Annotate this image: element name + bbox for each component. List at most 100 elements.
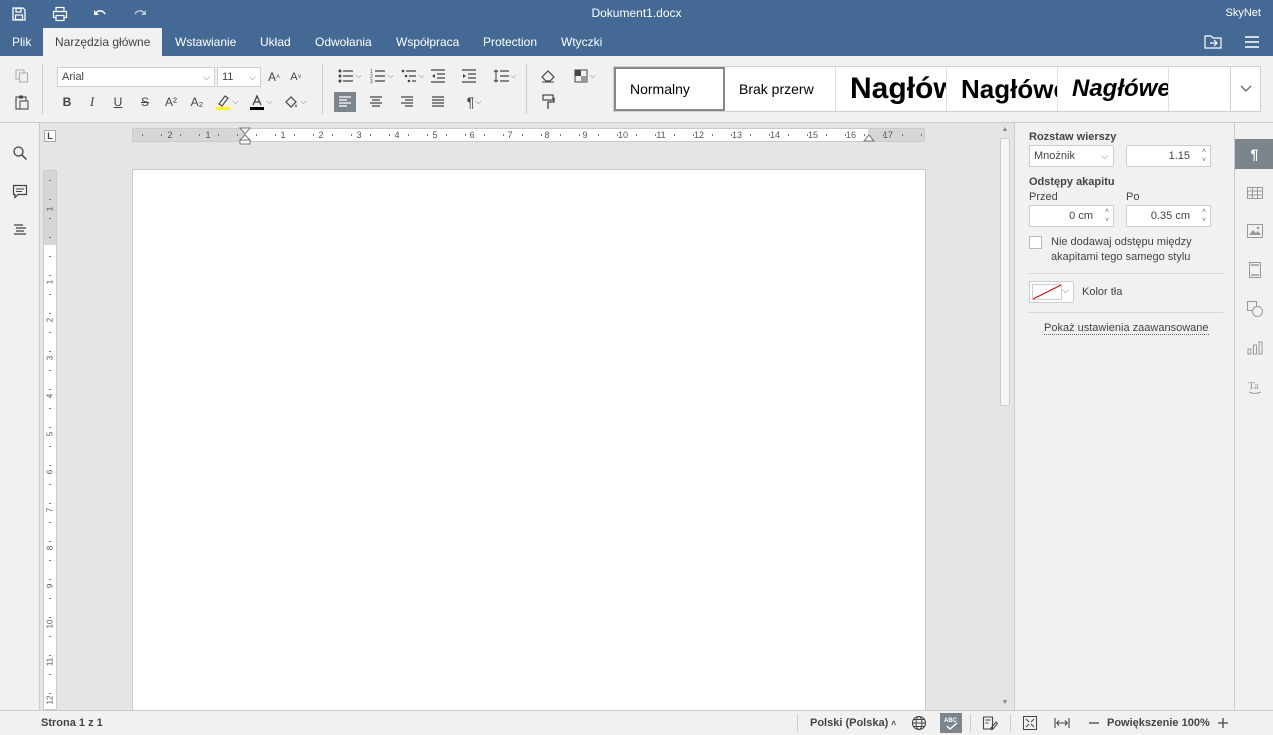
style-no-spacing[interactable]: Brak przerw — [725, 67, 836, 111]
bullet-list-icon[interactable]: ⌵ — [335, 66, 365, 86]
style-heading-1[interactable]: Nagłówek 1 — [836, 67, 947, 111]
subscript-button[interactable]: A₂ — [186, 92, 208, 112]
multilevel-list-icon[interactable]: ⌵ — [398, 66, 428, 86]
superscript-button[interactable]: A² — [160, 92, 182, 112]
spacing-before-input[interactable]: 0 cm ˄ ˅ — [1029, 205, 1114, 227]
scroll-down-arrow[interactable]: ▼ — [1000, 698, 1010, 708]
vertical-ruler[interactable]: 1 1 2 3 4 5 6 7 8 9 10 11 12 — [43, 170, 57, 710]
paste-icon[interactable] — [11, 92, 33, 112]
tab-plugins[interactable]: Wtyczki — [549, 28, 614, 56]
spinner-arrows-icon[interactable]: ˄ ˅ — [1202, 207, 1206, 225]
ruler-number: 7 — [45, 507, 55, 513]
font-color-button[interactable]: ⌵ — [246, 92, 276, 112]
scrollbar-thumb[interactable] — [1000, 138, 1010, 406]
tab-insert[interactable]: Wstawianie — [163, 28, 248, 56]
increase-indent-icon[interactable] — [458, 66, 480, 86]
scroll-up-arrow[interactable]: ▲ — [1000, 125, 1010, 135]
styles-gallery: Normalny Brak przerw Nagłówek 1 Nagłówek… — [613, 66, 1261, 112]
numbered-list-icon[interactable]: 1 2 3 ⌵ — [367, 66, 397, 86]
copy-style-icon[interactable] — [537, 92, 559, 112]
tab-layout[interactable]: Układ — [248, 28, 303, 56]
open-file-location-icon[interactable] — [1202, 32, 1224, 52]
styles-expand-button[interactable] — [1230, 67, 1260, 111]
ruler-tick — [49, 503, 51, 504]
line-spacing-mode-select[interactable]: Mnożnik ⌵ — [1029, 145, 1114, 167]
header-footer-settings-icon[interactable] — [1235, 255, 1273, 285]
ruler-tick — [49, 275, 51, 276]
spinner-arrows-icon[interactable]: ˄ ˅ — [1202, 147, 1206, 165]
no-color-icon — [1032, 284, 1062, 300]
ruler-number: 14 — [769, 130, 781, 140]
shading-button[interactable]: ⌵ — [280, 92, 310, 112]
underline-button[interactable]: U — [107, 92, 129, 112]
font-size-select[interactable]: 11 ⌵ — [217, 67, 261, 87]
search-icon[interactable] — [9, 142, 31, 164]
tab-file[interactable]: Plik — [0, 28, 43, 56]
ruler-tick — [712, 134, 713, 136]
ruler-number: 11 — [45, 657, 55, 667]
color-scheme-icon[interactable]: ⌵ — [570, 66, 600, 86]
grow-font-icon[interactable]: A ˄ — [263, 67, 285, 87]
track-changes-icon[interactable] — [979, 713, 1001, 733]
fit-page-icon[interactable] — [1019, 713, 1041, 733]
tab-type-button[interactable]: L — [44, 130, 56, 142]
menu-icon[interactable] — [1241, 32, 1263, 52]
nonprinting-characters-icon[interactable]: ¶ ⌵ — [459, 92, 489, 112]
vertical-scrollbar[interactable]: ▲ ▼ — [997, 123, 1013, 710]
ruler-tick — [49, 370, 51, 371]
font-name-select[interactable]: Arial ⌵ — [57, 67, 215, 87]
tab-collaboration[interactable]: Współpraca — [384, 28, 471, 56]
advanced-settings-link[interactable]: Pokaż ustawienia zaawansowane — [1044, 322, 1209, 335]
clear-style-icon[interactable] — [537, 66, 559, 86]
text-art-settings-icon[interactable]: Ta — [1235, 371, 1273, 401]
horizontal-ruler[interactable]: 2 1 1 2 3 4 5 6 7 8 9 10 11 12 13 14 15 … — [132, 127, 925, 145]
no-spacing-label-line1: Nie dodawaj odstępu między — [1051, 236, 1192, 248]
align-center-button[interactable] — [365, 92, 387, 112]
zoom-in-icon[interactable] — [1212, 713, 1234, 733]
spacing-after-input[interactable]: 0.35 cm ˄ ˅ — [1126, 205, 1211, 227]
chevron-up-icon: ˄ — [891, 719, 896, 728]
spinner-arrows-icon[interactable]: ˄ ˅ — [1105, 207, 1109, 225]
tab-references[interactable]: Odwołania — [303, 28, 384, 56]
chevron-down-icon: ⌵ — [266, 97, 273, 106]
style-heading-2[interactable]: Nagłówek 2 — [947, 67, 1058, 111]
style-normal[interactable]: Normalny — [614, 67, 725, 111]
zoom-out-icon[interactable] — [1083, 713, 1105, 733]
highlight-button[interactable]: ⌵ — [212, 92, 242, 112]
navigation-icon[interactable] — [9, 219, 31, 241]
line-spacing-mode-value: Mnożnik — [1034, 150, 1075, 162]
justify-button[interactable] — [427, 92, 449, 112]
table-settings-icon[interactable] — [1235, 178, 1273, 208]
copy-icon[interactable] — [11, 66, 33, 86]
align-left-button[interactable] — [334, 92, 356, 112]
language-selector[interactable]: Polski (Polska) ˄ — [810, 717, 896, 729]
svg-text:Ta: Ta — [1248, 380, 1259, 392]
document-page[interactable] — [132, 169, 926, 710]
first-line-indent-marker[interactable] — [239, 127, 251, 145]
image-settings-icon[interactable] — [1235, 216, 1273, 246]
bold-button[interactable]: B — [56, 92, 78, 112]
ruler-tick — [294, 134, 295, 136]
shrink-font-icon[interactable]: A ˅ — [285, 67, 307, 87]
paragraph-settings-icon[interactable]: ¶ — [1235, 139, 1273, 169]
strikethrough-button[interactable]: S — [134, 92, 156, 112]
comments-icon[interactable] — [9, 180, 31, 202]
line-spacing-value-input[interactable]: 1.15 ˄ ˅ — [1126, 145, 1211, 167]
style-heading-3[interactable]: Nagłówek 3 — [1058, 67, 1169, 111]
background-color-button[interactable]: ⌵ — [1029, 281, 1074, 303]
document-language-icon[interactable] — [908, 713, 930, 733]
align-right-button[interactable] — [396, 92, 418, 112]
italic-button[interactable]: I — [81, 92, 103, 112]
ruler-tick — [579, 134, 580, 136]
shape-settings-icon[interactable] — [1235, 294, 1273, 324]
spellcheck-icon[interactable]: ABC — [940, 713, 962, 733]
line-spacing-icon[interactable]: ⌵ — [490, 66, 520, 86]
no-spacing-checkbox[interactable] — [1029, 236, 1042, 249]
chart-settings-icon[interactable] — [1235, 333, 1273, 363]
ruler-tick — [750, 134, 751, 136]
style-empty-slot — [1169, 67, 1231, 111]
decrease-indent-icon[interactable] — [427, 66, 449, 86]
tab-protection[interactable]: Protection — [471, 28, 549, 56]
tab-home[interactable]: Narzędzia główne — [43, 28, 163, 56]
fit-width-icon[interactable] — [1051, 713, 1073, 733]
